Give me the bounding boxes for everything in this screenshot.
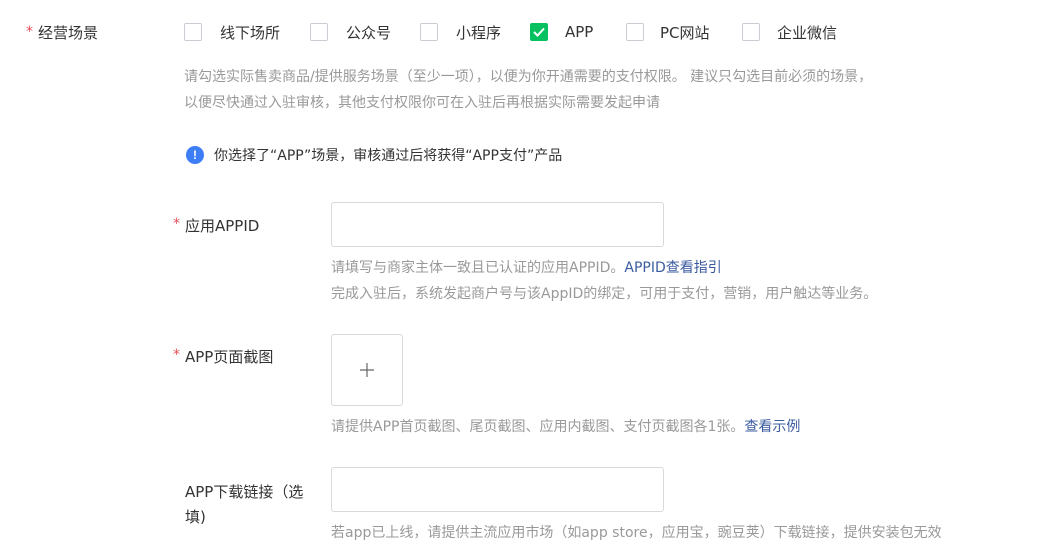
appid-input[interactable] [331,202,664,247]
checkbox-box[interactable] [184,23,202,41]
download-label-line2: 填) [185,508,206,526]
scene-label: 经营场景 [38,24,99,42]
option-app[interactable]: APP [530,20,593,44]
option-official-account[interactable]: 公众号 [310,20,391,44]
info-icon: ! [186,146,204,164]
screenshot-hint: 请提供APP首页截图、尾页截图、应用内截图、支付页截图各1张。查看示例 [331,414,800,440]
notice-text: 你选择了“APP”场景，审核通过后将获得“APP支付”产品 [214,148,563,164]
download-link-input[interactable] [331,467,664,512]
scene-notice: ! 你选择了“APP”场景，审核通过后将获得“APP支付”产品 [186,145,562,165]
checkbox-box[interactable] [310,23,328,41]
option-label: PC网站 [660,23,710,42]
download-label: APP下载链接（选 填) [185,480,303,530]
screenshot-required-mark: * [173,347,180,363]
screenshot-upload-button[interactable] [331,334,403,406]
screenshot-hint-text: 请提供APP首页截图、尾页截图、应用内截图、支付页截图各1张。 [331,419,745,435]
option-label: 企业微信 [777,23,838,42]
option-label: 公众号 [346,23,392,42]
appid-hint-line2: 完成入驻后，系统发起商户号与该AppID的绑定，可用于支付，营销，用户触达等业务… [331,286,878,302]
scene-hint-line1: 请勾选实际售卖商品/提供服务场景（至少一项），以便为你开通需要的支付权限。 建议… [184,69,873,85]
option-mini-program[interactable]: 小程序 [420,20,501,44]
download-hint: 若app已上线，请提供主流应用市场（如app store，应用宝，豌豆荚）下载链… [331,525,942,541]
appid-label: 应用APPID [185,217,260,235]
appid-hint-text: 请填写与商家主体一致且已认证的应用APPID。 [331,260,625,276]
option-offline-store[interactable]: 线下场所 [184,20,280,44]
scene-required-mark: * [26,24,33,40]
option-pc-website[interactable]: PC网站 [626,20,710,44]
checkbox-box[interactable] [420,23,438,41]
option-label: APP [565,23,594,41]
option-wecom[interactable]: 企业微信 [742,20,837,44]
checkbox-box-checked[interactable] [530,23,548,41]
check-icon [533,27,545,37]
checkbox-box[interactable] [626,23,644,41]
appid-required-mark: * [173,216,180,232]
screenshot-label: APP页面截图 [185,348,274,366]
checkbox-box[interactable] [742,23,760,41]
plus-icon [360,363,374,377]
download-label-line1: APP下载链接（选 [185,483,304,501]
view-example-link[interactable]: 查看示例 [744,419,800,435]
option-label: 小程序 [456,23,502,42]
appid-hint-line1: 请填写与商家主体一致且已认证的应用APPID。APPID查看指引 [331,255,722,281]
scene-hint-line2: 以便尽快通过入驻审核，其他支付权限你可在入驻后再根据实际需要发起申请 [184,95,660,111]
appid-guide-link[interactable]: APPID查看指引 [624,260,721,276]
option-label: 线下场所 [220,23,281,42]
